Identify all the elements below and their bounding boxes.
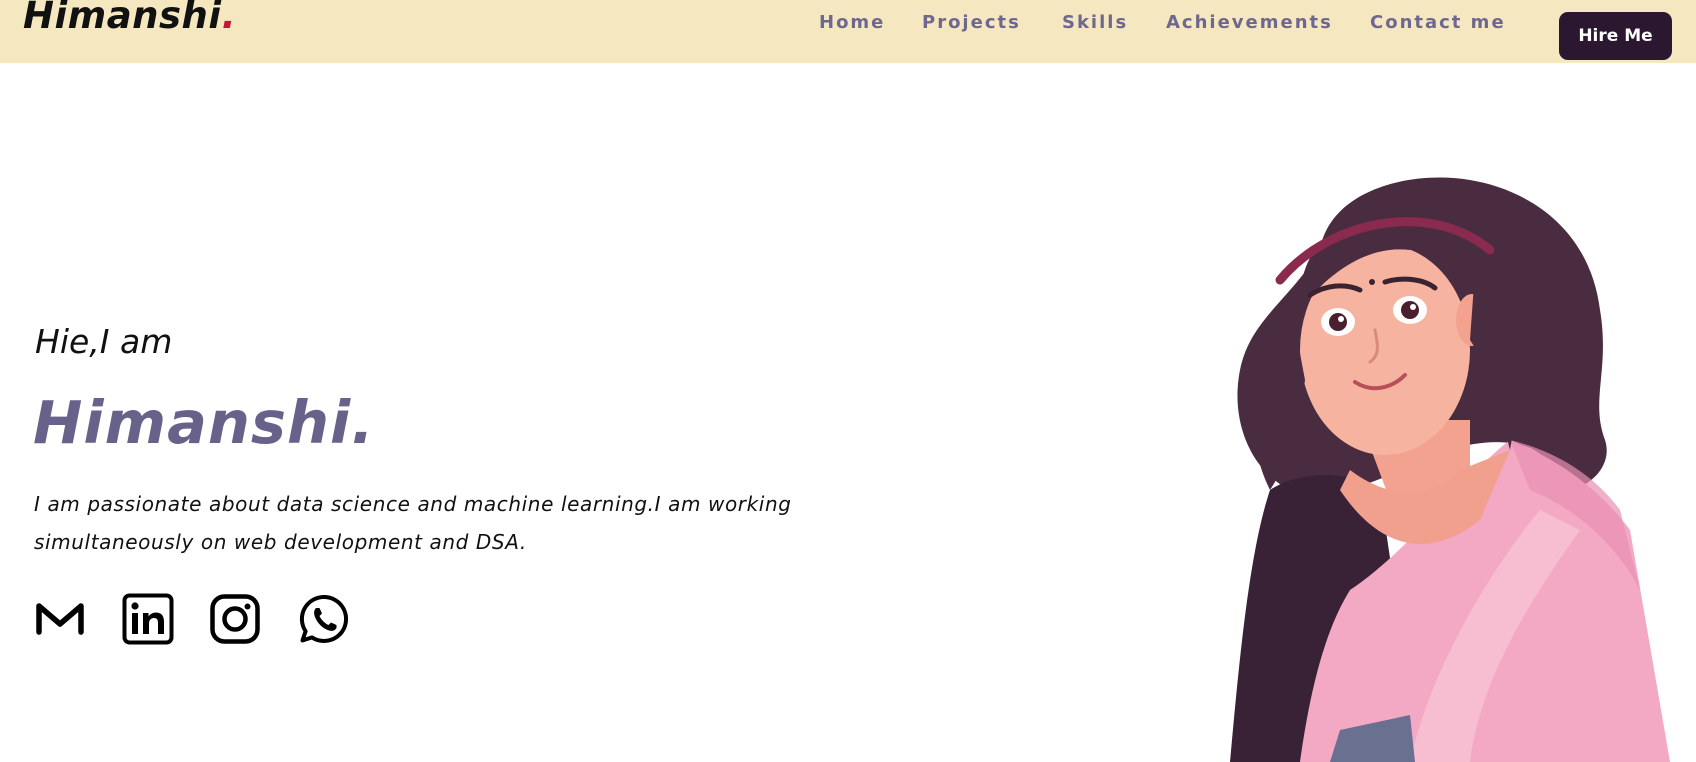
whatsapp-link[interactable] bbox=[298, 593, 350, 649]
gmail-link[interactable] bbox=[34, 595, 86, 647]
linkedin-icon bbox=[122, 593, 174, 649]
nav-skills[interactable]: Skills bbox=[1062, 12, 1128, 33]
nav-projects[interactable]: Projects bbox=[922, 12, 1021, 33]
instagram-icon bbox=[209, 593, 261, 649]
hero-bio: I am passionate about data science and m… bbox=[34, 492, 792, 554]
nav-home[interactable]: Home bbox=[819, 12, 885, 33]
logo[interactable]: Himanshi. bbox=[23, 0, 236, 37]
navbar: Himanshi. Home Projects Skills Achieveme… bbox=[0, 0, 1696, 63]
nav-contact[interactable]: Contact me bbox=[1370, 12, 1506, 33]
logo-text: Himanshi bbox=[23, 0, 222, 37]
whatsapp-icon bbox=[298, 593, 350, 649]
hero-greeting: Hie,I am bbox=[35, 322, 173, 361]
linkedin-link[interactable] bbox=[122, 593, 174, 649]
logo-dot: . bbox=[221, 0, 237, 37]
hero-name: Himanshi. bbox=[33, 388, 375, 457]
hero-illustration bbox=[1210, 170, 1696, 762]
hire-me-button[interactable]: Hire Me bbox=[1559, 12, 1672, 60]
portfolio-page: Himanshi. Home Projects Skills Achieveme… bbox=[0, 0, 1696, 762]
nav-achievements[interactable]: Achievements bbox=[1166, 12, 1333, 33]
instagram-link[interactable] bbox=[209, 593, 261, 649]
gmail-icon bbox=[34, 593, 86, 649]
